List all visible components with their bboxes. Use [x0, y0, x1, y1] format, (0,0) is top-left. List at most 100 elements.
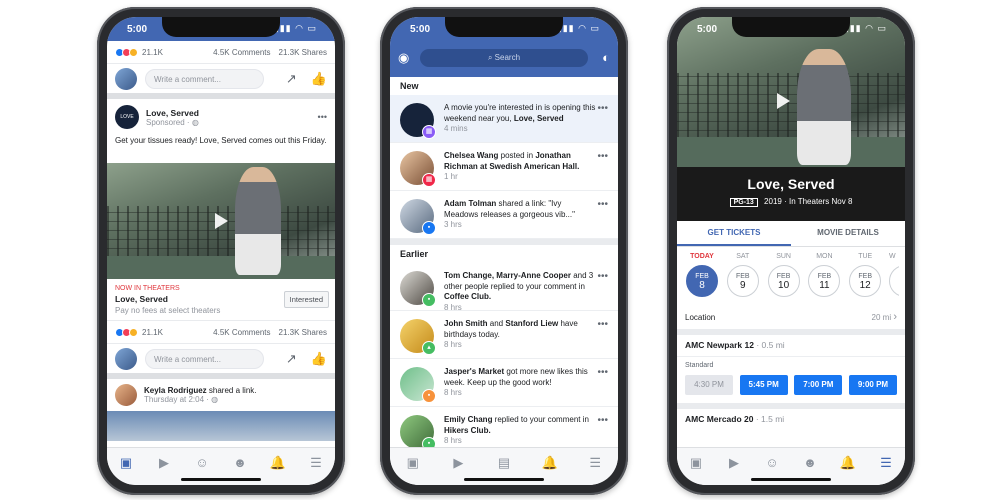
camera-icon[interactable]: ◉: [398, 50, 409, 66]
movie-tabs: GET TICKETS MOVIE DETAILS: [677, 221, 905, 247]
theater-header[interactable]: AMC Newpark 12 · 0.5 mi: [677, 335, 905, 357]
date-option[interactable]: TUE FEB 12: [848, 253, 882, 305]
location-value: 20 mi: [871, 313, 892, 322]
notification-bold: Tom Change, Marry-Anne Cooper: [444, 271, 571, 280]
movie-screen: 5:00 ▮▮▮ ◠ ▭ Love, Served PG-13 2019 · I…: [677, 17, 905, 485]
movie-title: Love, Served: [747, 176, 835, 192]
theater-header[interactable]: AMC Mercado 20 · 1.5 mi: [677, 409, 905, 431]
post-author[interactable]: Keyla Rodriguez: [144, 386, 207, 395]
notification-item[interactable]: ▴ John Smith and Stanford Liew have birt…: [390, 311, 618, 359]
like-icon[interactable]: 👍: [311, 71, 327, 87]
theater-distance: · 1.5 mi: [753, 414, 785, 424]
search-input[interactable]: ⌕ Search: [420, 49, 588, 67]
notification-bold: Chelsea Wang: [444, 151, 499, 160]
more-options-icon[interactable]: •••: [596, 103, 608, 134]
watch-icon[interactable]: ▶: [155, 456, 173, 470]
more-options-icon[interactable]: •••: [596, 151, 608, 182]
more-options-icon[interactable]: •••: [596, 415, 608, 446]
reaction-summary-bottom[interactable]: 21.1K 4.5K Comments 21.3K Shares: [107, 321, 335, 343]
phone-notch: [732, 17, 850, 37]
date-number: 10: [778, 280, 790, 291]
avatar[interactable]: [115, 384, 137, 406]
menu-icon[interactable]: ☰: [586, 456, 604, 470]
more-options-icon[interactable]: •••: [596, 319, 608, 350]
notification-bold: Hikers Club.: [444, 425, 491, 435]
play-icon[interactable]: [215, 213, 228, 229]
comment-input[interactable]: Write a comment...: [145, 68, 264, 89]
play-icon[interactable]: [777, 93, 790, 109]
more-options-icon[interactable]: •••: [596, 367, 608, 398]
more-options-icon[interactable]: •••: [318, 112, 327, 122]
location-row[interactable]: Location 20 mi ›: [677, 305, 905, 329]
comment-bar: Write a comment... ↗ 👍: [107, 63, 335, 93]
date-day: SAT: [736, 253, 750, 260]
release-info: In Theaters Nov 8: [788, 197, 853, 206]
tab-movie-details[interactable]: MOVIE DETAILS: [791, 221, 905, 246]
notification-time: 4 mins: [444, 124, 468, 133]
notification-item[interactable]: ▦ Chelsea Wang posted in Jonathan Richma…: [390, 143, 618, 191]
notification-item[interactable]: ▪ Tom Change, Marry-Anne Cooper and 3 ot…: [390, 263, 618, 312]
date-day: W: [888, 253, 896, 260]
reaction-count: 21.1K: [142, 47, 163, 57]
share-icon[interactable]: ↗: [286, 351, 297, 367]
date-day: SUN: [776, 253, 791, 260]
tab-get-tickets[interactable]: GET TICKETS: [677, 221, 791, 246]
menu-icon[interactable]: ☰: [307, 456, 325, 470]
theater-distance: · 0.5 mi: [753, 340, 785, 350]
notifications-icon[interactable]: 🔔: [269, 456, 287, 470]
notifications-icon[interactable]: 🔔: [541, 456, 559, 470]
date-option[interactable]: WF: [888, 253, 899, 305]
notification-bold: Adam Tolman: [444, 199, 497, 208]
date-option[interactable]: SAT FEB 9: [726, 253, 760, 305]
profile-icon[interactable]: ☺: [763, 456, 781, 470]
date-option[interactable]: SUN FEB 10: [767, 253, 801, 305]
notification-time: 1 hr: [444, 172, 458, 181]
groups-icon[interactable]: ☻: [231, 456, 249, 470]
interested-button[interactable]: Interested: [283, 291, 329, 308]
next-post-header: Keyla Rodriguez shared a link. Thursday …: [107, 379, 335, 411]
watch-icon[interactable]: ▶: [449, 456, 467, 470]
notification-item[interactable]: ▪ Adam Tolman shared a link: "Ivy Meadow…: [390, 191, 618, 239]
post-video[interactable]: [107, 163, 335, 279]
like-icon[interactable]: 👍: [311, 351, 327, 367]
status-time: 5:00: [697, 24, 718, 35]
watch-icon[interactable]: ▶: [725, 456, 743, 470]
page-avatar[interactable]: LOVE: [115, 105, 139, 129]
news-feed-icon[interactable]: ▣: [404, 456, 422, 470]
notifications-icon[interactable]: 🔔: [839, 456, 857, 470]
comment-input[interactable]: Write a comment...: [145, 348, 264, 369]
profile-icon[interactable]: ☺: [193, 456, 211, 470]
showtime-button[interactable]: 9:00 PM: [848, 375, 897, 395]
notification-item[interactable]: ▪ Jasper's Market got more new likes thi…: [390, 359, 618, 407]
share-icon[interactable]: ↗: [286, 71, 297, 87]
reaction-summary[interactable]: 21.1K 4.5K Comments 21.3K Shares: [107, 41, 335, 63]
news-feed-icon[interactable]: ▣: [117, 456, 135, 470]
link-preview-image[interactable]: [107, 411, 335, 441]
menu-icon[interactable]: ☰: [877, 456, 895, 470]
comments-count[interactable]: 4.5K Comments: [213, 48, 270, 57]
shares-count[interactable]: 21.3K Shares: [279, 48, 327, 57]
messenger-icon[interactable]: ◐: [602, 50, 610, 65]
notification-time: 8 hrs: [444, 436, 462, 445]
page-name[interactable]: Love, Served: [146, 108, 318, 118]
comments-count[interactable]: 4.5K Comments: [213, 328, 270, 337]
wow-reaction-icon: [129, 327, 138, 337]
showtime-button[interactable]: 7:00 PM: [794, 375, 843, 395]
calendar-badge-icon: ▦: [422, 125, 436, 139]
news-feed-icon[interactable]: ▣: [687, 456, 705, 470]
notification-item[interactable]: ▦ A movie you're interested in is openin…: [390, 95, 618, 143]
more-options-icon[interactable]: •••: [596, 199, 608, 230]
reaction-count: 21.1K: [142, 327, 163, 337]
marketplace-icon[interactable]: ▤: [495, 456, 513, 470]
theater-name: AMC Newpark 12: [685, 340, 754, 350]
post-cta[interactable]: NOW IN THEATERS Love, Served Pay no fees…: [107, 279, 335, 321]
groups-icon[interactable]: ☻: [801, 456, 819, 470]
movie-year: 2019: [764, 197, 782, 206]
shares-count[interactable]: 21.3K Shares: [279, 328, 327, 337]
date-option[interactable]: TODAY FEB 8: [685, 253, 719, 305]
more-options-icon[interactable]: •••: [596, 271, 608, 302]
post-action: shared a link.: [206, 386, 257, 395]
date-option[interactable]: MON FEB 11: [807, 253, 841, 305]
video-player-figure: [797, 49, 851, 165]
showtime-button[interactable]: 5:45 PM: [739, 375, 788, 395]
